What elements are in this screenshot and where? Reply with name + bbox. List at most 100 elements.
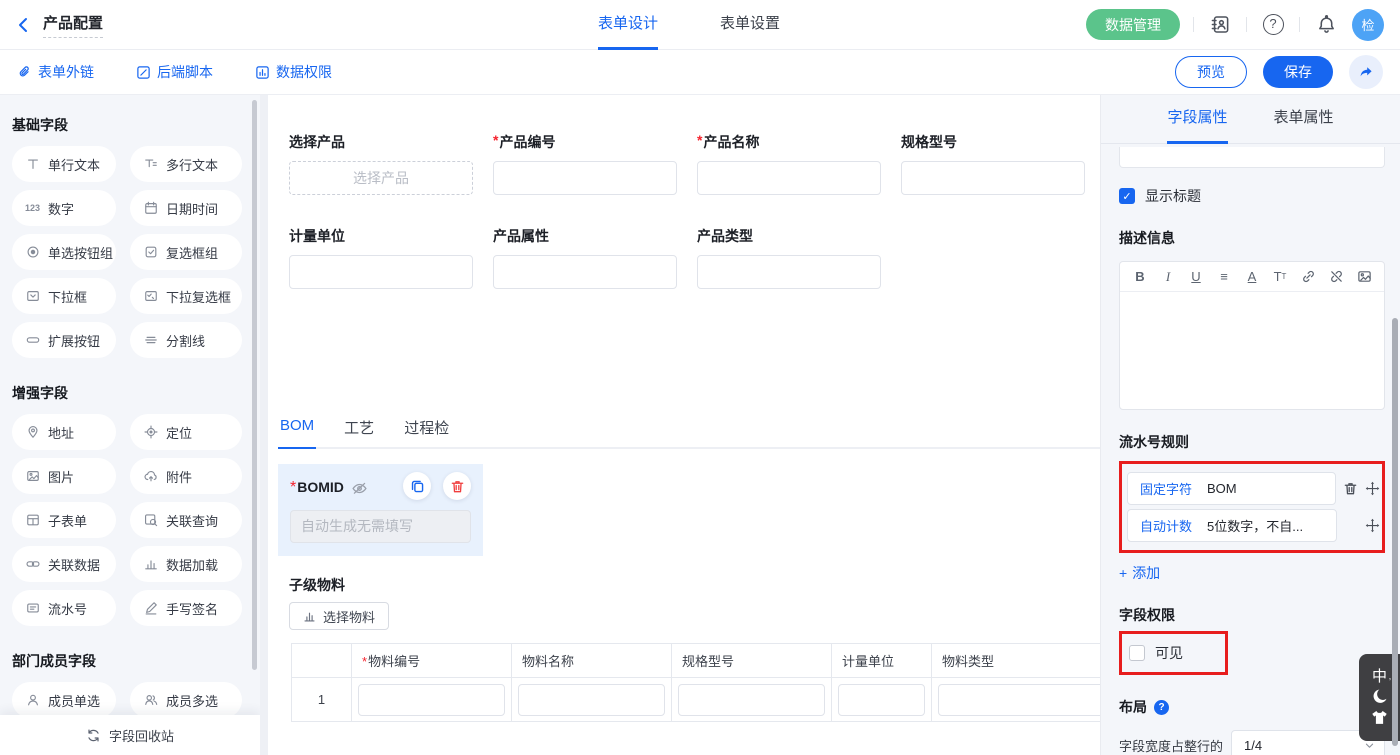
sidebar-scrollbar[interactable] xyxy=(252,100,257,670)
external-link-button[interactable]: 表单外链 xyxy=(17,62,94,82)
form-toolbar: 表单外链 后端脚本 数据权限 预览 保存 xyxy=(0,50,1400,95)
tab-field-properties[interactable]: 字段属性 xyxy=(1167,95,1227,144)
share-button[interactable] xyxy=(1349,55,1383,89)
field-item-multi-select[interactable]: 下拉复选框 xyxy=(130,278,242,314)
field-item-expand-button[interactable]: 扩展按钮 xyxy=(12,322,116,358)
field-label: 选择产品 xyxy=(289,132,473,152)
font-size-icon[interactable]: TT xyxy=(1270,269,1290,284)
delete-rule-button[interactable] xyxy=(1343,481,1358,496)
bomid-input[interactable]: 自动生成无需填写 xyxy=(290,510,471,543)
drag-move-icon[interactable] xyxy=(1365,518,1380,533)
select-material-button[interactable]: 选择物料 xyxy=(289,602,389,630)
field-item-datetime[interactable]: 日期时间 xyxy=(130,190,242,226)
field-item-select[interactable]: 下拉框 xyxy=(12,278,116,314)
tab-bom[interactable]: BOM xyxy=(278,417,316,449)
divider-line-icon xyxy=(143,333,158,347)
tab-form-properties[interactable]: 表单属性 xyxy=(1274,95,1334,144)
bomid-actions xyxy=(403,472,471,500)
field-item-single-line-text[interactable]: 单行文本 xyxy=(12,146,116,182)
user-avatar[interactable]: 检 xyxy=(1352,9,1384,41)
language-toggle[interactable]: 中 xyxy=(1372,669,1387,685)
layout-help-icon[interactable]: ? xyxy=(1154,700,1169,715)
field-item-attachment[interactable]: 附件 xyxy=(130,458,242,494)
form-title[interactable]: 产品配置 xyxy=(43,12,103,38)
product-type-input[interactable] xyxy=(697,255,881,289)
add-rule-button[interactable]: + 添加 xyxy=(1119,563,1385,583)
insert-image-icon[interactable] xyxy=(1354,269,1374,284)
link-icon[interactable] xyxy=(1298,269,1318,284)
rule-auto-count[interactable]: 自动计数 5位数字，不自... xyxy=(1127,509,1337,542)
field-label: *产品编号 xyxy=(493,132,677,152)
show-title-checkbox[interactable]: ✓ xyxy=(1119,188,1135,204)
data-permission-button[interactable]: 数据权限 xyxy=(255,62,332,82)
tab-process-check[interactable]: 过程检 xyxy=(402,417,451,449)
field-item-divider-line[interactable]: 分割线 xyxy=(130,322,242,358)
product-code-input[interactable] xyxy=(493,161,677,195)
field-product-type[interactable]: 产品类型 xyxy=(697,226,881,289)
drag-move-icon[interactable] xyxy=(1365,481,1380,496)
visible-checkbox[interactable] xyxy=(1129,645,1145,661)
theme-shirt-icon[interactable] xyxy=(1371,709,1388,726)
field-product-attr[interactable]: 产品属性 xyxy=(493,226,677,289)
panel-scrollbar[interactable] xyxy=(1392,318,1398,746)
notification-bell-icon[interactable] xyxy=(1313,12,1339,38)
delete-field-button[interactable] xyxy=(443,472,471,500)
field-item-member-multi[interactable]: 成员多选 xyxy=(130,682,242,718)
product-attr-input[interactable] xyxy=(493,255,677,289)
material-type-input[interactable] xyxy=(938,684,1100,716)
field-item-data-load[interactable]: 数据加载 xyxy=(130,546,242,582)
form-canvas[interactable]: 选择产品 选择产品 *产品编号 *产品名称 规格型号 计量单位 xyxy=(268,95,1100,755)
show-title-row[interactable]: ✓ 显示标题 xyxy=(1119,186,1385,206)
field-item-member-single[interactable]: 成员单选 xyxy=(12,682,116,718)
tab-process[interactable]: 工艺 xyxy=(342,417,376,449)
field-product-code[interactable]: *产品编号 xyxy=(493,132,677,195)
field-select-product[interactable]: 选择产品 选择产品 xyxy=(289,132,473,195)
checkbox-icon xyxy=(143,245,158,259)
italic-icon[interactable]: I xyxy=(1158,269,1178,285)
field-item-linked-data[interactable]: 关联数据 xyxy=(12,546,116,582)
spec-model-input[interactable] xyxy=(901,161,1085,195)
field-item-multi-line-text[interactable]: 多行文本 xyxy=(130,146,242,182)
description-textarea[interactable] xyxy=(1120,292,1384,409)
field-item-location[interactable]: 定位 xyxy=(130,414,242,450)
select-product-trigger[interactable]: 选择产品 xyxy=(289,161,473,195)
align-icon[interactable]: ≡ xyxy=(1214,269,1234,284)
field-item-signature[interactable]: 手写签名 xyxy=(130,590,242,626)
field-item-image[interactable]: 图片 xyxy=(12,458,116,494)
title-input-partial[interactable] xyxy=(1119,147,1385,168)
unlink-icon[interactable] xyxy=(1326,269,1346,284)
material-name-input[interactable] xyxy=(518,684,665,716)
field-recycle-bin[interactable]: 字段回收站 xyxy=(0,715,260,755)
field-item-number[interactable]: 123 数字 xyxy=(12,190,116,226)
bold-icon[interactable]: B xyxy=(1130,269,1150,284)
font-color-icon[interactable]: A xyxy=(1242,269,1262,284)
data-manage-button[interactable]: 数据管理 xyxy=(1086,9,1180,40)
underline-icon[interactable]: U xyxy=(1186,269,1206,284)
product-name-input[interactable] xyxy=(697,161,881,195)
rule-fixed-char[interactable]: 固定字符 BOM xyxy=(1127,472,1336,505)
field-item-checkbox-group[interactable]: 复选框组 xyxy=(130,234,242,270)
selected-field-bomid[interactable]: *BOMID xyxy=(278,464,483,556)
field-unit[interactable]: 计量单位 xyxy=(289,226,473,289)
field-item-linked-query[interactable]: 关联查询 xyxy=(130,502,242,538)
unit-cell-input[interactable] xyxy=(838,684,925,716)
field-item-address[interactable]: 地址 xyxy=(12,414,116,450)
field-item-subform[interactable]: 子表单 xyxy=(12,502,116,538)
backend-script-button[interactable]: 后端脚本 xyxy=(136,62,213,82)
back-button[interactable] xyxy=(16,16,32,34)
field-spec-model[interactable]: 规格型号 xyxy=(901,132,1085,195)
address-book-icon[interactable] xyxy=(1207,12,1233,38)
save-button[interactable]: 保存 xyxy=(1263,56,1333,88)
field-product-name[interactable]: *产品名称 xyxy=(697,132,881,195)
material-code-input[interactable] xyxy=(358,684,505,716)
help-icon[interactable]: ? xyxy=(1260,12,1286,38)
tab-form-design[interactable]: 表单设计 xyxy=(598,0,658,50)
dark-mode-moon-icon[interactable] xyxy=(1371,688,1389,706)
field-item-serial-number[interactable]: 流水号 xyxy=(12,590,116,626)
tab-form-settings[interactable]: 表单设置 xyxy=(720,0,780,50)
unit-input[interactable] xyxy=(289,255,473,289)
copy-field-button[interactable] xyxy=(403,472,431,500)
spec-model-cell-input[interactable] xyxy=(678,684,825,716)
field-item-radio-group[interactable]: 单选按钮组 xyxy=(12,234,116,270)
preview-button[interactable]: 预览 xyxy=(1175,56,1247,88)
